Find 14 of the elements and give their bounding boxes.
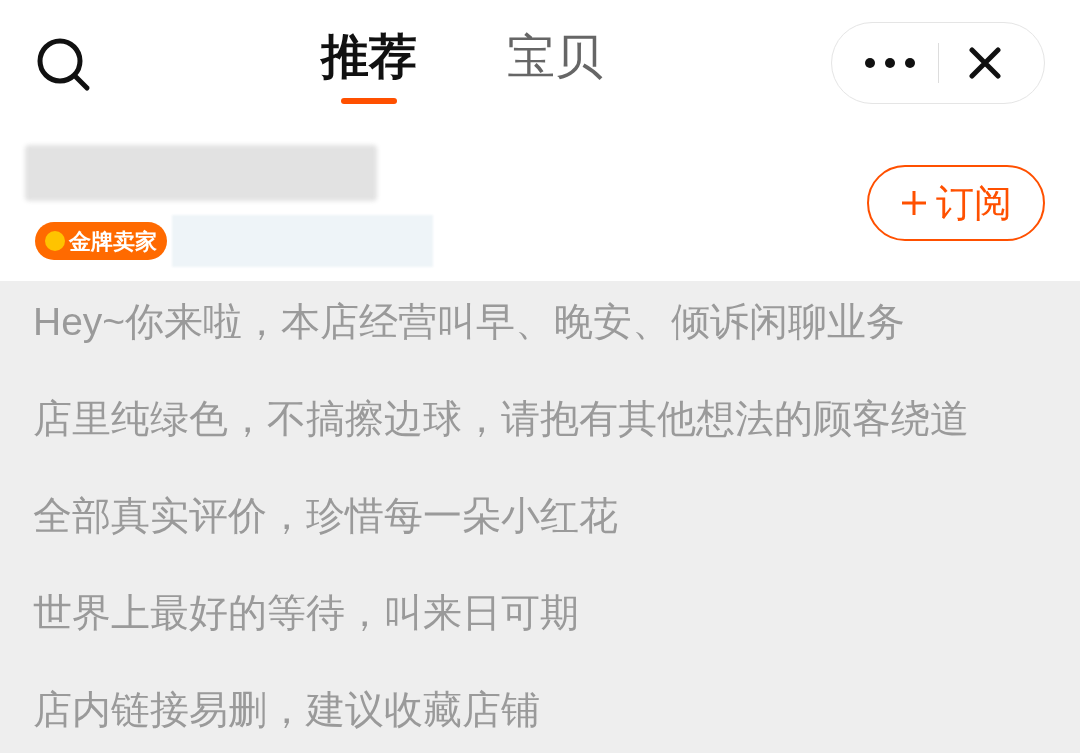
more-icon[interactable]	[864, 57, 916, 69]
tab[interactable]: 宝贝	[507, 22, 603, 104]
search-icon[interactable]	[35, 36, 91, 92]
plus-icon	[900, 189, 928, 217]
close-icon[interactable]	[969, 47, 1001, 79]
tab[interactable]: 推荐	[321, 22, 417, 104]
medal-icon	[45, 231, 65, 251]
subscribe-button[interactable]: 订阅	[867, 165, 1045, 241]
intro-line: Hey~你来啦，本店经营叫早、晚安、倾诉闲聊业务	[33, 299, 907, 345]
intro-line: 店内链接易删，建议收藏店铺	[33, 687, 541, 733]
badge-label: 金牌卖家	[69, 227, 157, 256]
intro-line: 店里纯绿色，不搞擦边球，请抱有其他想法的顾客绕道	[33, 396, 970, 442]
intro-line: 全部真实评价，珍惜每一朵小红花	[33, 493, 619, 539]
intro-line: 世界上最好的等待，叫来日可期	[33, 590, 580, 636]
